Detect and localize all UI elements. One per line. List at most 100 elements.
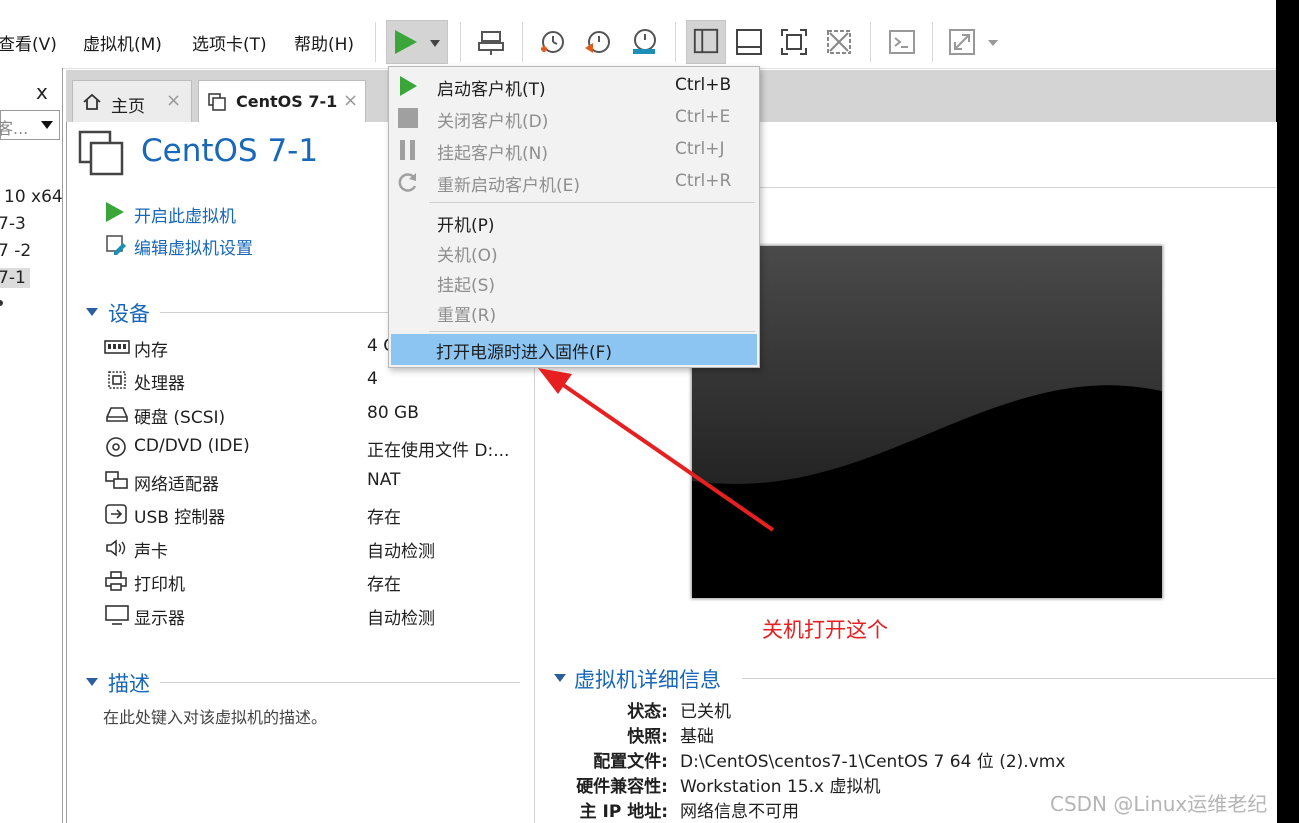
menu-item-power-on[interactable]: 开机(P)	[389, 207, 759, 237]
device-row-network[interactable]: 网络适配器 NAT	[104, 468, 534, 498]
show-library-button[interactable]	[686, 20, 726, 64]
revert-snapshot-icon[interactable]	[580, 24, 616, 60]
watermark: CSDN @Linux运维老纪	[1050, 792, 1268, 816]
device-value: 自动检测	[367, 542, 435, 562]
monitor-icon	[105, 605, 129, 625]
menu-item-power-on-to-firmware[interactable]: 打开电源时进入固件(F)	[391, 334, 757, 365]
device-row-printer[interactable]: 打印机 存在	[104, 568, 534, 598]
annotation-text: 关机打开这个	[762, 618, 888, 642]
chevron-down-icon[interactable]	[988, 40, 998, 46]
library-search-input[interactable]: 客...	[0, 110, 60, 140]
toolbar-separator	[522, 22, 523, 62]
toolbar-separator	[460, 22, 461, 62]
power-on-vm-link[interactable]: 开启此虚拟机	[134, 202, 236, 227]
close-icon[interactable]: ×	[343, 90, 358, 111]
tab-centos-7-1[interactable]: CentOS 7-1 ×	[198, 80, 366, 122]
detail-value: Workstation 15.x 虚拟机	[680, 777, 881, 797]
cpu-icon	[108, 371, 126, 389]
menu-help[interactable]: 帮助(H)	[294, 30, 354, 55]
snapshot-manager-icon[interactable]	[626, 24, 662, 60]
play-icon	[400, 76, 417, 96]
menu-item-shutdown-guest[interactable]: 关闭客户机(D) Ctrl+E	[389, 103, 759, 133]
device-row-cd-dvd[interactable]: CD/DVD (IDE) 正在使用文件 D:...	[104, 434, 534, 464]
menu-item-label: 关闭客户机(D)	[437, 112, 549, 132]
menu-item-shortcut: Ctrl+E	[675, 107, 731, 127]
menu-item-start-guest[interactable]: 启动客户机(T) Ctrl+B	[389, 71, 759, 101]
collapse-arrow-icon[interactable]	[554, 674, 566, 682]
device-row-hard-disk[interactable]: 硬盘 (SCSI) 80 GB	[104, 401, 534, 431]
devices-heading[interactable]: 设备	[108, 298, 150, 328]
menu-item-suspend-guest[interactable]: 挂起客户机(N) Ctrl+J	[389, 135, 759, 165]
tab-label: CentOS 7-1	[236, 92, 338, 111]
menu-item-power-off[interactable]: 关机(O)	[389, 237, 759, 267]
close-icon[interactable]: ×	[166, 90, 181, 111]
detail-label: 状态:	[627, 702, 668, 722]
toolbar-separator	[870, 22, 871, 62]
detail-value: 网络信息不可用	[680, 802, 799, 822]
memory-icon	[104, 340, 130, 354]
restart-icon	[398, 173, 417, 192]
stretch-icon[interactable]	[944, 24, 980, 60]
menu-item-suspend[interactable]: 挂起(S)	[389, 267, 759, 297]
close-icon[interactable]: x	[36, 80, 48, 104]
library-item-selected[interactable]: 7-1	[0, 268, 30, 288]
menu-item-label: 启动客户机(T)	[437, 80, 546, 100]
thumbnail-bar-icon[interactable]	[731, 24, 767, 60]
device-row-processor[interactable]: 处理器 4	[104, 367, 534, 397]
play-icon	[395, 30, 417, 54]
menu-item-label: 挂起客户机(N)	[437, 144, 548, 164]
details-heading[interactable]: 虚拟机详细信息	[574, 664, 721, 694]
collapse-arrow-icon[interactable]	[86, 678, 98, 686]
description-heading[interactable]: 描述	[108, 668, 150, 698]
section-divider	[742, 678, 1276, 679]
device-value: NAT	[367, 470, 401, 490]
edit-settings-icon[interactable]	[105, 234, 127, 256]
tab-label: 主页	[111, 97, 145, 117]
toolbar-separator	[932, 22, 933, 62]
detail-label: 快照:	[627, 727, 668, 747]
vm-icon	[78, 130, 124, 176]
console-icon[interactable]	[884, 24, 920, 60]
device-name: 内存	[134, 341, 168, 361]
device-row-sound[interactable]: 声卡 自动检测	[104, 535, 534, 565]
power-menu: 启动客户机(T) Ctrl+B 关闭客户机(D) Ctrl+E 挂起客户机(N)…	[388, 66, 760, 368]
menu-item-restart-guest[interactable]: 重新启动客户机(E) Ctrl+R	[389, 167, 759, 197]
device-name: 硬盘 (SCSI)	[134, 408, 226, 428]
library-icon	[693, 28, 719, 54]
snapshot-icon[interactable]	[534, 24, 570, 60]
detail-value: 基础	[680, 727, 714, 747]
description-field[interactable]: 在此处键入对该虚拟机的描述。	[103, 704, 327, 728]
device-name: 处理器	[134, 374, 185, 394]
collapse-arrow-icon[interactable]	[86, 308, 98, 316]
toolbar: 查看(V) 虚拟机(M) 选项卡(T) 帮助(H)	[0, 0, 1276, 69]
toolbar-separator	[375, 22, 376, 62]
play-icon[interactable]	[106, 202, 124, 222]
device-row-display[interactable]: 显示器 自动检测	[104, 602, 534, 632]
detail-value: 已关机	[680, 702, 731, 722]
unity-icon[interactable]	[821, 24, 857, 60]
menu-vm[interactable]: 虚拟机(M)	[83, 30, 162, 55]
device-value: 存在	[367, 575, 401, 595]
tab-home[interactable]: 主页 ×	[72, 80, 192, 122]
library-item[interactable]: 10 x64	[4, 187, 63, 207]
stop-icon	[398, 108, 418, 128]
fullscreen-icon[interactable]	[776, 24, 812, 60]
menu-view[interactable]: 查看(V)	[0, 30, 57, 55]
device-row-usb[interactable]: USB 控制器 存在	[104, 501, 534, 531]
menu-tabs[interactable]: 选项卡(T)	[192, 30, 267, 55]
library-item[interactable]: 7-3	[0, 214, 26, 234]
vm-screen-preview[interactable]	[692, 246, 1162, 598]
pause-icon	[400, 140, 415, 160]
hdd-icon	[106, 407, 128, 422]
chevron-down-icon[interactable]	[41, 121, 53, 129]
menu-item-label: 打开电源时进入固件(F)	[436, 343, 613, 363]
power-on-button[interactable]	[386, 20, 448, 64]
library-item[interactable]: 7 -2	[0, 241, 31, 261]
device-name: 网络适配器	[134, 475, 219, 495]
device-value: 4	[367, 369, 378, 389]
menu-item-reset[interactable]: 重置(R)	[389, 297, 759, 327]
menu-item-shortcut: Ctrl+J	[675, 139, 725, 159]
send-ctrl-alt-del-icon[interactable]	[473, 24, 509, 60]
edit-vm-settings-link[interactable]: 编辑虚拟机设置	[134, 234, 253, 259]
menu-item-label: 开机(P)	[437, 216, 495, 236]
